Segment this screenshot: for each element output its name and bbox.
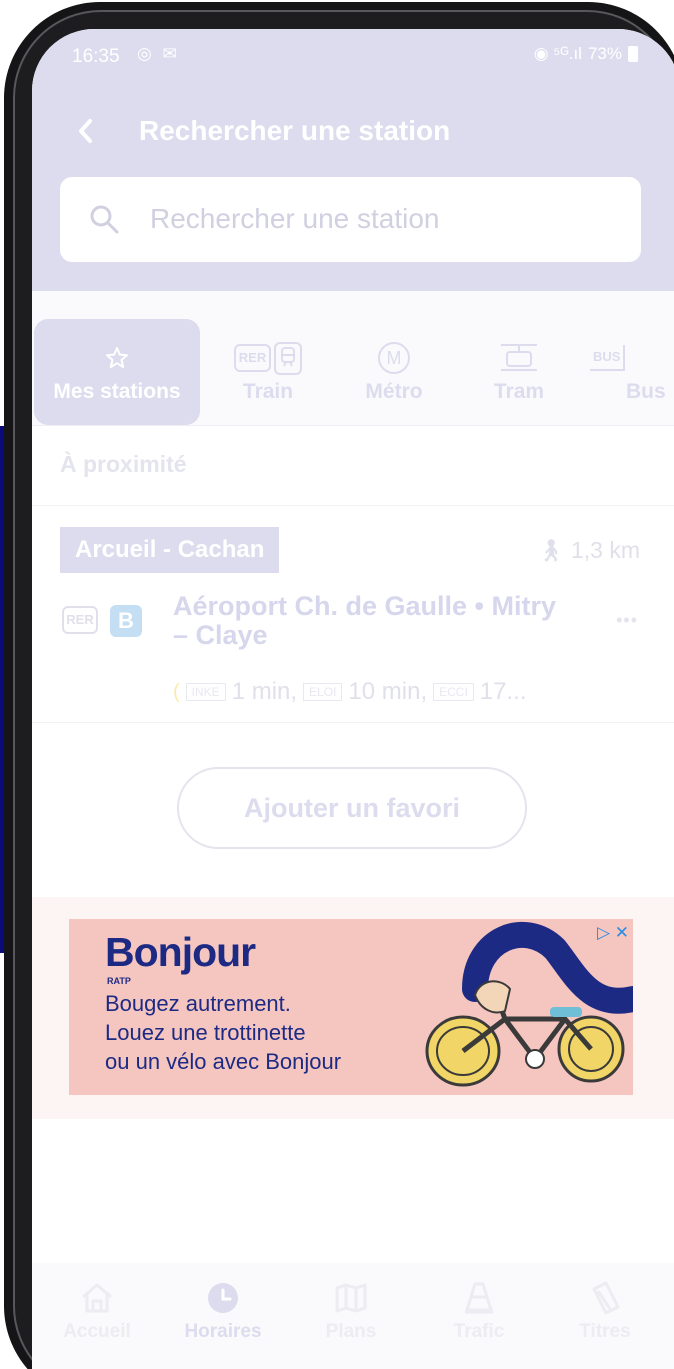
nav-label: Titres <box>579 1321 631 1342</box>
line-b-badge: B <box>110 605 142 637</box>
metro-icon: M <box>378 340 410 376</box>
nearby-heading: À proximité <box>60 451 187 477</box>
page-title: Rechercher une station <box>139 115 451 146</box>
metro-m-icon: M <box>378 342 410 374</box>
ad-line: ou un vélo avec Bonjour <box>105 1049 342 1074</box>
back-arrow-icon[interactable] <box>72 113 102 149</box>
tab-label: Train <box>242 380 294 403</box>
ad-brand-sub: RATP <box>107 976 131 986</box>
tab-label: Mes stations <box>53 380 181 403</box>
tab-train[interactable]: RER Train <box>210 319 326 425</box>
mission-code: INKE <box>185 683 226 701</box>
nav-label: Accueil <box>63 1321 131 1342</box>
ad-brand-logo: Bonjour <box>105 929 256 975</box>
departures: ( INKE 1 min, ELOI 10 min, ECCI 17... <box>173 678 526 706</box>
ad-line: Bougez autrement. <box>105 991 291 1016</box>
clock-icon <box>206 1279 240 1317</box>
bottom-navigation: Accueil Horaires Plans Trafic Titres <box>32 1263 674 1369</box>
ad-choices-icon[interactable]: ▷ ✕ <box>597 923 629 943</box>
status-time: 16:35 <box>72 46 120 67</box>
tab-label: Bus <box>626 380 666 403</box>
notification-icons: ◎ ✉ <box>137 44 180 63</box>
tab-label: Tram <box>493 380 545 403</box>
bus-icon: BUS <box>590 340 626 376</box>
walking-icon: 🚶︎ <box>537 537 565 563</box>
bike-illustration-icon <box>425 921 633 1087</box>
rer-mode-badge: RER <box>62 606 98 634</box>
header: 16:35 ◎ ✉ ◉ ⁵ᴳ.ıl 73% Rechercher une sta… <box>32 29 674 291</box>
map-icon <box>334 1279 368 1317</box>
destination: Aéroport Ch. de Gaulle • Mitry – Claye <box>173 591 556 650</box>
tab-tram[interactable]: Tram <box>464 319 574 425</box>
transport-mode-tabs: Mes stations RER Train M Métro Tram BUS … <box>32 291 674 426</box>
home-icon <box>80 1279 114 1317</box>
rer-train-icon: RER <box>233 340 303 376</box>
nav-label: Plans <box>325 1321 377 1342</box>
nearby-station-card[interactable]: Arcueil - Cachan 🚶︎ 1,3 km RER B Aéropor… <box>32 505 674 723</box>
tab-metro[interactable]: M Métro <box>340 319 448 425</box>
departure-time: 1 min, <box>231 678 298 705</box>
add-favorite-button[interactable]: Ajouter un favori <box>177 767 527 849</box>
tab-mes-stations[interactable]: Mes stations <box>34 319 200 425</box>
ad-banner[interactable]: Bonjour RATP Bougez autrement. Louez une… <box>69 919 633 1095</box>
mission-code: ECCI <box>433 683 474 701</box>
nav-accueil[interactable]: Accueil <box>42 1279 152 1343</box>
departure-time: 17... <box>479 678 527 705</box>
more-options-icon[interactable]: ••• <box>616 610 638 631</box>
search-input[interactable] <box>150 195 610 243</box>
nav-plans[interactable]: Plans <box>296 1279 406 1343</box>
departure-time: 10 min, <box>348 678 428 705</box>
nav-titres[interactable]: Titres <box>550 1279 660 1343</box>
distance: 🚶︎ 1,3 km <box>537 537 640 564</box>
station-name: Arcueil - Cachan <box>60 527 280 573</box>
tab-label: Métro <box>365 380 423 403</box>
ad-text: Bougez autrement. Louez une trottinette … <box>105 989 395 1076</box>
app-screen: 16:35 ◎ ✉ ◉ ⁵ᴳ.ıl 73% Rechercher une sta… <box>32 29 674 1369</box>
star-icon <box>105 340 129 376</box>
nav-horaires[interactable]: Horaires <box>168 1279 278 1343</box>
ad-banner-area: Bonjour RATP Bougez autrement. Louez une… <box>32 897 674 1119</box>
rer-badge-icon: RER <box>233 344 272 372</box>
nav-trafic[interactable]: Trafic <box>424 1279 534 1343</box>
title-row: Rechercher une station <box>32 109 674 155</box>
traffic-cone-icon <box>462 1279 496 1317</box>
tab-bus[interactable]: BUS Bus <box>590 319 674 425</box>
train-icon <box>274 341 303 375</box>
status-bar: 16:35 ◎ ✉ ◉ ⁵ᴳ.ıl 73% <box>32 29 674 87</box>
bus-badge-icon: BUS <box>590 345 626 371</box>
status-right: ◉ ⁵ᴳ.ıl 73% <box>534 44 638 64</box>
signal-icons: ◉ ⁵ᴳ.ıl <box>533 44 582 63</box>
mission-code: ELOI <box>303 683 343 701</box>
realtime-icon: ( <box>173 680 180 703</box>
search-box[interactable] <box>60 177 641 262</box>
tram-icon <box>497 340 541 376</box>
battery-icon <box>628 46 638 62</box>
ad-line: Louez une trottinette <box>105 1020 306 1045</box>
distance-value: 1,3 km <box>570 537 640 563</box>
nav-label: Horaires <box>184 1321 262 1342</box>
ticket-icon <box>588 1279 622 1317</box>
nav-label: Trafic <box>453 1321 505 1342</box>
battery-level: 73% <box>587 44 622 63</box>
search-icon <box>90 205 119 234</box>
